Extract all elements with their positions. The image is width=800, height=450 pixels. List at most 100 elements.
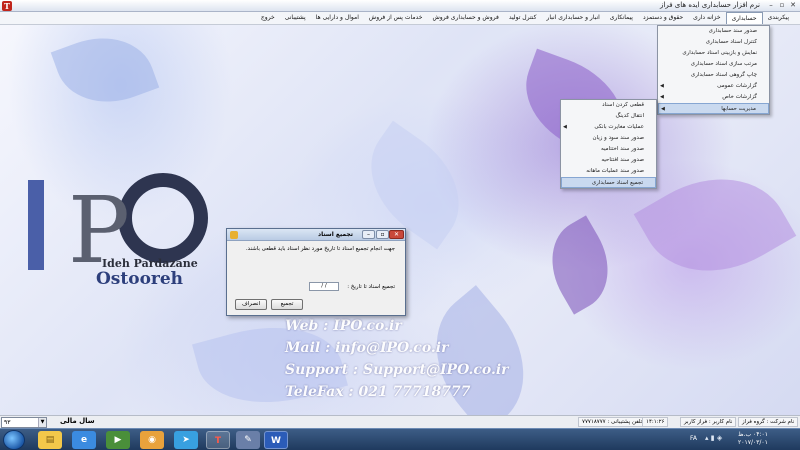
dialog-title-bar: تجمیع اسناد – ▫ ✕ bbox=[227, 229, 405, 241]
menu-item-label: مرتب سازی اسناد حسابداری bbox=[690, 61, 757, 67]
submenu-arrow-icon: ◀ bbox=[563, 124, 567, 130]
dropdown-menu-item[interactable]: مدیریت حسابها ◀ bbox=[658, 103, 769, 114]
dropdown-menu-item[interactable]: صدور سند افتتاحیه bbox=[561, 155, 656, 166]
menu-item-label: چاپ گروهی اسناد حسابداری bbox=[690, 72, 757, 78]
system-tray-icons[interactable]: ▴ ▮ ◈ bbox=[705, 434, 722, 442]
status-time: ۱۴:۱:۲۶ bbox=[642, 417, 669, 427]
submenu-arrow-icon: ◀ bbox=[660, 94, 664, 100]
window-title-bar: T نرم افزار حسابداری ایده های فراز – ▫ ✕ bbox=[0, 0, 800, 12]
chevron-down-icon[interactable]: ▼ bbox=[38, 418, 46, 427]
merge-button[interactable]: تجمیع bbox=[271, 299, 303, 310]
menu-item-label: مدیریت حسابها bbox=[721, 106, 756, 112]
contact-support: Support : Support@IPO.co.ir bbox=[285, 362, 509, 378]
clock-time: ۰۴:۰۱ ب.ظ bbox=[738, 431, 768, 438]
status-bar: ۹۳ ▼ سال مالی تلفن پشتیبانی : ۷۷۷۱۸۷۷۷ ۱… bbox=[0, 415, 800, 428]
start-button[interactable] bbox=[3, 430, 25, 450]
menu-item[interactable]: پیکربندی bbox=[763, 12, 794, 24]
menu-item[interactable]: خدمات پس از فروش bbox=[364, 12, 428, 24]
dropdown-menu-item[interactable]: قطعی کردن اسناد bbox=[561, 100, 656, 111]
word-icon[interactable]: W bbox=[264, 431, 288, 449]
paint-icon[interactable]: ✎ bbox=[236, 431, 260, 449]
menu-item[interactable]: فروش و حسابداری فروش bbox=[427, 12, 503, 24]
dropdown-menu-item[interactable]: مرتب سازی اسناد حسابداری bbox=[658, 59, 769, 70]
dropdown-menu-item[interactable]: صدور سند حسابداری bbox=[658, 26, 769, 37]
app-logo-icon[interactable]: T bbox=[2, 1, 12, 11]
chrome-icon[interactable]: ◉ bbox=[140, 431, 164, 449]
windows-taskbar: ▤ e ▶ ◉ ➤ T ✎ W FA ▴ ▮ ◈ ۰۴:۰۱ ب.ظ ۲۰۱۷/… bbox=[0, 428, 800, 450]
decor-leaf bbox=[534, 215, 626, 315]
menu-item-label: صدور سند حسابداری bbox=[708, 28, 757, 34]
status-username: نام کاربر : فراز کاربر bbox=[680, 417, 737, 427]
menu-item-label: عملیات مغایرت بانکی bbox=[594, 124, 644, 130]
menu-item-label: تجمیع اسناد حسابداری bbox=[591, 180, 643, 186]
dropdown-menu-item[interactable]: صدور سند سود و زیان bbox=[561, 133, 656, 144]
dropdown-menu-item[interactable]: کنترل اسناد حسابداری bbox=[658, 37, 769, 48]
logo-letter-o bbox=[118, 173, 208, 263]
menu-item-label: انتقال کدینگ bbox=[615, 113, 644, 119]
menu-item-label: صدور سند اختتامیه bbox=[601, 146, 644, 152]
dropdown-menu-item[interactable]: صدور سند عملیات ماهانه bbox=[561, 166, 656, 177]
menu-item[interactable]: پیمانکاری bbox=[605, 12, 638, 24]
dropdown-menu-item[interactable]: چاپ گروهی اسناد حسابداری bbox=[658, 70, 769, 81]
explorer-icon[interactable]: ▤ bbox=[38, 431, 62, 449]
minimize-icon[interactable]: – bbox=[766, 1, 776, 10]
status-company: نام شرکت : گروه فراز bbox=[738, 417, 799, 427]
fiscal-year-select[interactable]: ۹۳ ▼ bbox=[1, 417, 47, 428]
dropdown-menu-item[interactable]: عملیات مغایرت بانکی ◀ bbox=[561, 122, 656, 133]
contact-web: Web : IPO.co.ir bbox=[285, 318, 402, 334]
accounts-management-submenu: قطعی کردن اسناد انتقال کدینگ عملیات مغایرت… bbox=[560, 99, 657, 189]
menu-item-label: کنترل اسناد حسابداری bbox=[705, 39, 757, 45]
dropdown-menu-item[interactable]: گزارشات خاص ◀ bbox=[658, 92, 769, 103]
window-controls: – ▫ ✕ bbox=[766, 1, 798, 10]
language-indicator[interactable]: FA bbox=[690, 435, 697, 442]
logo-company-line2: Ostooreh bbox=[96, 269, 184, 289]
menu-item[interactable]: پشتیبانی bbox=[280, 12, 311, 24]
dialog-title: تجمیع اسناد bbox=[318, 231, 353, 238]
maximize-icon[interactable]: ▫ bbox=[777, 1, 787, 10]
dropdown-menu-item[interactable]: گزارشات عمومی ◀ bbox=[658, 81, 769, 92]
merge-documents-dialog: تجمیع اسناد – ▫ ✕ جهت انجام تجمیع اسناد … bbox=[226, 228, 406, 316]
cancel-button[interactable]: انصراف bbox=[235, 299, 267, 310]
logo-letter-i bbox=[28, 180, 44, 270]
menu-item[interactable]: حقوق و دستمزد bbox=[638, 12, 688, 24]
contact-telefax: TeleFax : 021 77718777 bbox=[285, 384, 471, 400]
dialog-close-button[interactable]: ✕ bbox=[389, 230, 404, 239]
decor-leaf bbox=[633, 149, 797, 301]
decor-leaf bbox=[50, 25, 160, 119]
dropdown-menu-item[interactable]: نمایش و بازبینی اسناد حسابداری bbox=[658, 48, 769, 59]
close-icon[interactable]: ✕ bbox=[788, 1, 798, 10]
menu-item[interactable]: خروج bbox=[256, 12, 280, 24]
date-input[interactable]: / / bbox=[309, 282, 339, 291]
dialog-minimize-button[interactable]: – bbox=[362, 230, 375, 239]
menu-item-label: گزارشات خاص bbox=[722, 94, 757, 100]
ipo-logo: P Ideh Pardazane Ostooreh bbox=[28, 155, 228, 305]
menu-item-label: نمایش و بازبینی اسناد حسابداری bbox=[682, 50, 757, 56]
submenu-arrow-icon: ◀ bbox=[661, 106, 665, 112]
internet-explorer-icon[interactable]: e bbox=[72, 431, 96, 449]
telegram-icon[interactable]: ➤ bbox=[174, 431, 198, 449]
dropdown-menu-item[interactable]: انتقال کدینگ bbox=[561, 111, 656, 122]
taskbar-clock[interactable]: ۰۴:۰۱ ب.ظ ۲۰۱۷/۰۳/۰۱ bbox=[738, 431, 768, 447]
menu-item-label: صدور سند افتتاحیه bbox=[601, 157, 644, 163]
menu-item-label: صدور سند سود و زیان bbox=[592, 135, 644, 141]
window-title: نرم افزار حسابداری ایده های فراز bbox=[660, 1, 760, 9]
menu-item[interactable]: حسابداری bbox=[725, 12, 763, 24]
media-player-icon[interactable]: ▶ bbox=[106, 431, 130, 449]
menu-item[interactable]: خزانه داری bbox=[688, 12, 725, 24]
ipo-app-taskbar-button[interactable]: T bbox=[206, 431, 230, 449]
fiscal-year-label: سال مالی bbox=[60, 417, 95, 425]
dialog-message: جهت انجام تجمیع اسناد تا تاریخ مورد نظر … bbox=[245, 246, 395, 252]
menu-item[interactable]: اموال و دارایی ها bbox=[311, 12, 364, 24]
accounting-dropdown-menu: صدور سند حسابداری کنترل اسناد حسابداری نما… bbox=[657, 25, 770, 115]
dropdown-menu-item[interactable]: تجمیع اسناد حسابداری bbox=[561, 177, 656, 188]
dialog-maximize-button[interactable]: ▫ bbox=[376, 230, 389, 239]
clock-date: ۲۰۱۷/۰۳/۰۱ bbox=[738, 439, 768, 446]
dropdown-menu-item[interactable]: صدور سند اختتامیه bbox=[561, 144, 656, 155]
menu-item[interactable]: کنترل تولید bbox=[504, 12, 542, 24]
contact-info: Web : IPO.co.ir Mail : info@IPO.co.ir Su… bbox=[285, 315, 509, 403]
menu-item[interactable]: انبار و حسابداری انبار bbox=[541, 12, 604, 24]
support-phone: تلفن پشتیبانی : ۷۷۷۱۸۷۷۷ bbox=[578, 417, 647, 427]
date-label: تجمیع اسناد تا تاریخ : bbox=[347, 284, 395, 290]
main-menu-bar: پیکربندی حسابداری خزانه داری حقوق و دستمزد پ… bbox=[0, 12, 800, 25]
dialog-app-icon bbox=[230, 231, 238, 239]
